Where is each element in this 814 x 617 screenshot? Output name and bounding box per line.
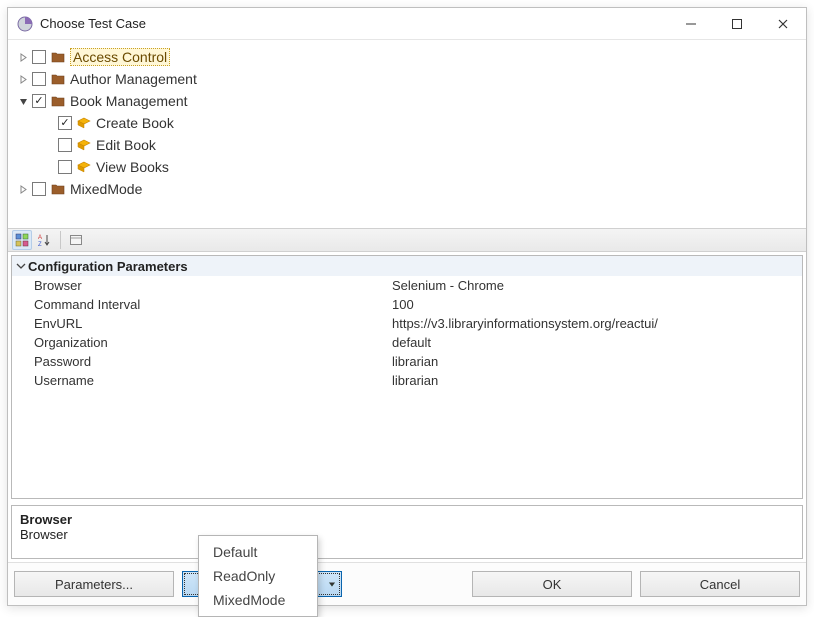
property-row[interactable]: Passwordlibrarian [12, 352, 802, 371]
svg-text:Z: Z [38, 242, 42, 247]
ok-button[interactable]: OK [472, 571, 632, 597]
property-name: Command Interval [12, 297, 392, 312]
property-value[interactable]: https://v3.libraryinformationsystem.org/… [392, 316, 658, 331]
property-category-label: Configuration Parameters [28, 259, 188, 274]
property-row[interactable]: BrowserSelenium - Chrome [12, 276, 802, 295]
checkbox[interactable] [32, 182, 46, 196]
property-name: EnvURL [12, 316, 392, 331]
chevron-down-icon [14, 259, 28, 273]
tree-node[interactable]: Create Book [12, 112, 802, 134]
folder-icon [50, 49, 66, 65]
tree-node-label: Create Book [96, 115, 174, 131]
property-grid[interactable]: Configuration Parameters BrowserSelenium… [11, 255, 803, 499]
chevron-right-icon[interactable] [16, 50, 30, 64]
parameters-button[interactable]: Parameters... [14, 571, 174, 597]
tree-spacer [42, 160, 56, 174]
property-description-body: Browser [20, 527, 794, 542]
property-name: Browser [12, 278, 392, 293]
categorized-button[interactable] [12, 230, 32, 250]
cancel-button[interactable]: Cancel [640, 571, 800, 597]
tree-node[interactable]: View Books [12, 156, 802, 178]
property-value[interactable]: librarian [392, 373, 438, 388]
folder-icon [50, 71, 66, 87]
maximize-button[interactable] [714, 9, 760, 39]
tree-spacer [42, 138, 56, 152]
property-name: Password [12, 354, 392, 369]
tree-node[interactable]: Access Control [12, 46, 802, 68]
minimize-button[interactable] [668, 9, 714, 39]
property-name: Organization [12, 335, 392, 350]
cancel-button-label: Cancel [700, 577, 740, 592]
folder-icon [50, 93, 66, 109]
property-description-title: Browser [20, 512, 794, 527]
property-toolbar: A Z [8, 228, 806, 252]
testcase-icon [76, 159, 92, 175]
window-title: Choose Test Case [40, 16, 146, 31]
tree-node-label: Author Management [70, 71, 197, 87]
property-pages-button[interactable] [66, 230, 86, 250]
dialog-button-row: Parameters... Configuration... OK Cancel [8, 562, 806, 605]
checkbox[interactable] [32, 72, 46, 86]
property-row[interactable]: Command Interval100 [12, 295, 802, 314]
checkbox[interactable] [58, 138, 72, 152]
tree-node-label: Access Control [70, 48, 170, 66]
ok-button-label: OK [543, 577, 562, 592]
property-value[interactable]: Selenium - Chrome [392, 278, 504, 293]
checkbox[interactable] [32, 94, 46, 108]
tree-node-label: MixedMode [70, 181, 142, 197]
folder-icon [50, 181, 66, 197]
tree-node[interactable]: Edit Book [12, 134, 802, 156]
tree-node[interactable]: MixedMode [12, 178, 802, 200]
config-menu-item[interactable]: MixedMode [199, 588, 317, 612]
titlebar: Choose Test Case [8, 8, 806, 40]
chevron-down-icon [328, 577, 336, 592]
app-icon [16, 15, 34, 33]
property-name: Username [12, 373, 392, 388]
tree-node-label: Edit Book [96, 137, 156, 153]
tree-node-label: Book Management [70, 93, 188, 109]
config-menu-item[interactable]: Default [199, 540, 317, 564]
configuration-menu[interactable]: DefaultReadOnlyMixedMode [198, 535, 318, 617]
config-menu-item[interactable]: ReadOnly [199, 564, 317, 588]
tree-node[interactable]: Author Management [12, 68, 802, 90]
tree-spacer [42, 116, 56, 130]
checkbox[interactable] [32, 50, 46, 64]
test-case-tree[interactable]: Access Control Author Management Book Mana… [8, 40, 806, 228]
property-value[interactable]: 100 [392, 297, 414, 312]
parameters-button-label: Parameters... [55, 577, 133, 592]
alphabetical-button[interactable]: A Z [35, 230, 55, 250]
close-button[interactable] [760, 9, 806, 39]
property-row[interactable]: EnvURLhttps://v3.libraryinformationsyste… [12, 314, 802, 333]
tree-node-label: View Books [96, 159, 169, 175]
testcase-icon [76, 115, 92, 131]
property-value[interactable]: default [392, 335, 431, 350]
property-description-panel: Browser Browser [11, 505, 803, 559]
property-value[interactable]: librarian [392, 354, 438, 369]
chevron-down-icon[interactable] [16, 94, 30, 108]
chevron-right-icon[interactable] [16, 72, 30, 86]
property-row[interactable]: Usernamelibrarian [12, 371, 802, 390]
svg-text:A: A [38, 235, 42, 241]
testcase-icon [76, 137, 92, 153]
chevron-right-icon[interactable] [16, 182, 30, 196]
property-row[interactable]: Organizationdefault [12, 333, 802, 352]
checkbox[interactable] [58, 116, 72, 130]
property-category-row[interactable]: Configuration Parameters [12, 256, 802, 276]
tree-node[interactable]: Book Management [12, 90, 802, 112]
checkbox[interactable] [58, 160, 72, 174]
